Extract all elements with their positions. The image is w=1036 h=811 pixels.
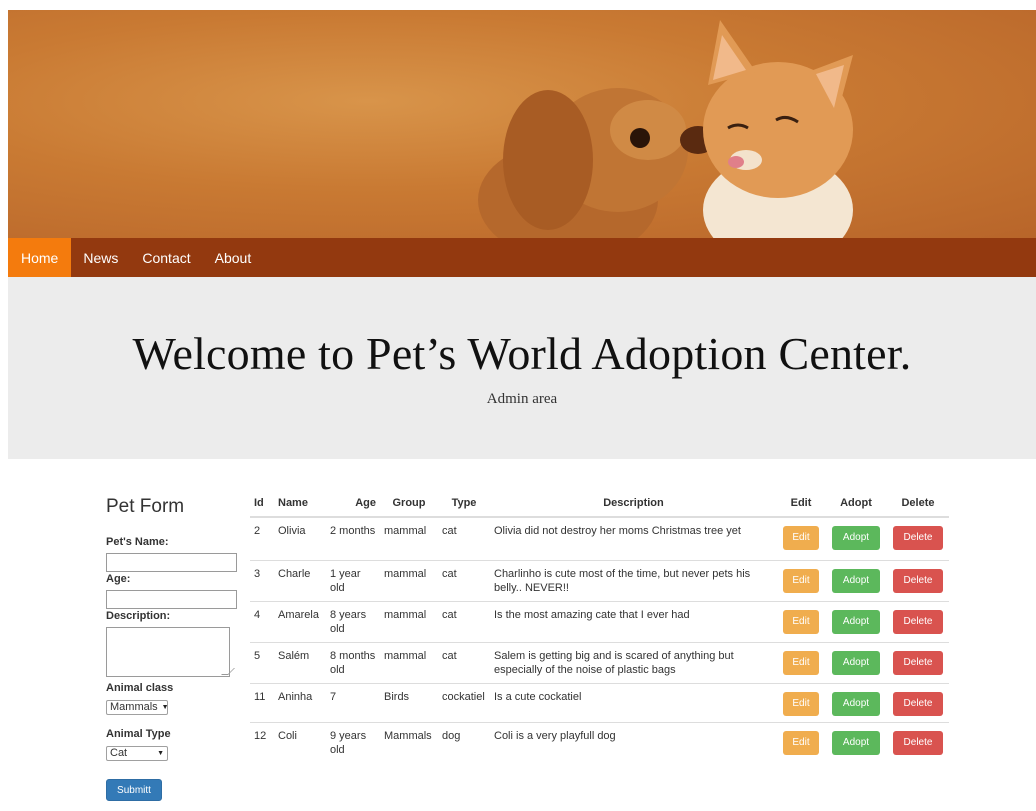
cell-id: 12 bbox=[250, 721, 274, 763]
cell-description: Olivia did not destroy her moms Christma… bbox=[494, 525, 741, 537]
cell-id: 5 bbox=[250, 641, 274, 683]
animal-class-label: Animal class bbox=[106, 682, 174, 694]
puppy-kitten-illustration bbox=[478, 20, 853, 238]
adopt-button[interactable]: Adopt bbox=[832, 568, 880, 593]
cell-description: Is the most amazing cate that I ever had bbox=[490, 600, 777, 642]
animal-type-value: Cat bbox=[110, 747, 128, 759]
cell-description: Salem is getting big and is scared of an… bbox=[490, 641, 777, 683]
edit-button[interactable]: Edit bbox=[783, 730, 819, 755]
cell-group: mammal bbox=[384, 525, 427, 537]
header-name: Name bbox=[274, 497, 326, 518]
description-label: Description: bbox=[106, 610, 171, 622]
header-adopt: Adopt bbox=[825, 497, 887, 518]
age-input[interactable] bbox=[106, 590, 237, 609]
header-banner-image bbox=[8, 10, 1036, 238]
animal-class-select[interactable]: Mammals ▼ bbox=[106, 699, 169, 715]
age-label: Age: bbox=[106, 573, 131, 585]
edit-button[interactable]: Edit bbox=[783, 526, 819, 550]
cell-group: mammal bbox=[380, 559, 438, 601]
delete-button[interactable]: Delete bbox=[893, 691, 943, 716]
cell-id: 11 bbox=[250, 682, 274, 722]
pet-form: Pet Form Pet's Name: Age: Description: A… bbox=[106, 492, 246, 801]
cell-description: Coli is a very playfull dog bbox=[490, 721, 777, 763]
table-header-row: Id Name Age Group Type Description Edit … bbox=[250, 497, 949, 518]
cell-name: Coli bbox=[274, 721, 326, 763]
animal-type-select[interactable]: Cat ▼ bbox=[106, 745, 168, 761]
animal-type-label: Animal Type bbox=[106, 728, 171, 740]
table-row: 11 Aninha 7 Birds cockatiel Is a cute co… bbox=[250, 682, 949, 722]
nav-about[interactable]: About bbox=[203, 238, 264, 277]
table-row: 12 Coli 9 years old Mammals dog Coli is … bbox=[250, 721, 949, 763]
cell-type: cat bbox=[438, 559, 490, 601]
edit-button[interactable]: Edit bbox=[783, 568, 819, 593]
delete-button[interactable]: Delete bbox=[893, 526, 943, 550]
edit-button[interactable]: Edit bbox=[783, 609, 819, 634]
adopt-button[interactable]: Adopt bbox=[832, 609, 880, 634]
cell-name: Amarela bbox=[274, 600, 326, 642]
cell-age: 2 months bbox=[330, 525, 376, 537]
header-id: Id bbox=[250, 497, 274, 518]
nav-contact[interactable]: Contact bbox=[130, 238, 202, 277]
chevron-down-icon: ▼ bbox=[157, 749, 164, 757]
header-description: Description bbox=[490, 497, 777, 518]
pets-table: Id Name Age Group Type Description Edit … bbox=[250, 497, 949, 763]
table-row: 2 Olivia 2 months mammal cat Olivia did … bbox=[250, 517, 949, 560]
cell-type: cat bbox=[438, 641, 490, 683]
table-row: 4 Amarela 8 years old mammal cat Is the … bbox=[250, 600, 949, 642]
adopt-button[interactable]: Adopt bbox=[832, 650, 880, 675]
header-group: Group bbox=[380, 497, 438, 518]
main-navbar: Home News Contact About bbox=[8, 238, 1036, 277]
cell-age: 7 bbox=[326, 682, 380, 722]
pet-name-label: Pet's Name: bbox=[106, 536, 169, 548]
cell-group: Mammals bbox=[380, 721, 438, 763]
delete-button[interactable]: Delete bbox=[893, 730, 943, 755]
cell-name: Olivia bbox=[278, 525, 306, 537]
cell-name: Salém bbox=[274, 641, 326, 683]
cell-name: Aninha bbox=[274, 682, 326, 722]
submit-button[interactable]: Submitt bbox=[106, 779, 162, 801]
cell-id: 2 bbox=[254, 525, 261, 537]
chevron-down-icon: ▼ bbox=[161, 703, 169, 711]
delete-button[interactable]: Delete bbox=[893, 568, 943, 593]
header-edit: Edit bbox=[777, 497, 825, 518]
cell-description: Charlinho is cute most of the time, but … bbox=[490, 559, 777, 601]
cell-name: Charle bbox=[274, 559, 326, 601]
cell-type: cockatiel bbox=[438, 682, 490, 722]
pet-name-input[interactable] bbox=[106, 553, 237, 572]
table-row: 5 Salém 8 months old mammal cat Salem is… bbox=[250, 641, 949, 683]
form-title: Pet Form bbox=[106, 496, 185, 517]
nav-news[interactable]: News bbox=[71, 238, 130, 277]
page-title: Welcome to Pet’s World Adoption Center. bbox=[132, 328, 912, 379]
cell-group: Birds bbox=[380, 682, 438, 722]
nav-home[interactable]: Home bbox=[8, 238, 72, 277]
cell-age: 1 year old bbox=[326, 559, 380, 601]
edit-button[interactable]: Edit bbox=[783, 650, 819, 675]
edit-button[interactable]: Edit bbox=[783, 691, 819, 716]
cell-age: 9 years old bbox=[326, 721, 380, 763]
cell-type: cat bbox=[438, 600, 490, 642]
cell-id: 3 bbox=[250, 559, 274, 601]
cell-group: mammal bbox=[380, 641, 438, 683]
header-age: Age bbox=[326, 497, 380, 518]
adopt-button[interactable]: Adopt bbox=[832, 691, 880, 716]
animal-class-value: Mammals bbox=[110, 701, 158, 713]
header-delete: Delete bbox=[887, 497, 949, 518]
welcome-jumbotron: Welcome to Pet’s World Adoption Center. … bbox=[8, 277, 1036, 459]
adopt-button[interactable]: Adopt bbox=[832, 730, 880, 755]
delete-button[interactable]: Delete bbox=[893, 650, 943, 675]
cell-type: dog bbox=[438, 721, 490, 763]
adopt-button[interactable]: Adopt bbox=[832, 526, 880, 550]
cell-id: 4 bbox=[250, 600, 274, 642]
cell-age: 8 years old bbox=[326, 600, 380, 642]
description-textarea[interactable] bbox=[106, 627, 230, 677]
delete-button[interactable]: Delete bbox=[893, 609, 943, 634]
page-subtitle: Admin area bbox=[486, 391, 558, 407]
cell-age: 8 months old bbox=[326, 641, 380, 683]
cell-type: cat bbox=[442, 525, 457, 537]
pets-table-container: Id Name Age Group Type Description Edit … bbox=[250, 497, 950, 763]
cell-group: mammal bbox=[380, 600, 438, 642]
table-row: 3 Charle 1 year old mammal cat Charlinho… bbox=[250, 559, 949, 601]
cell-description: Is a cute cockatiel bbox=[490, 682, 777, 722]
header-type: Type bbox=[438, 497, 490, 518]
